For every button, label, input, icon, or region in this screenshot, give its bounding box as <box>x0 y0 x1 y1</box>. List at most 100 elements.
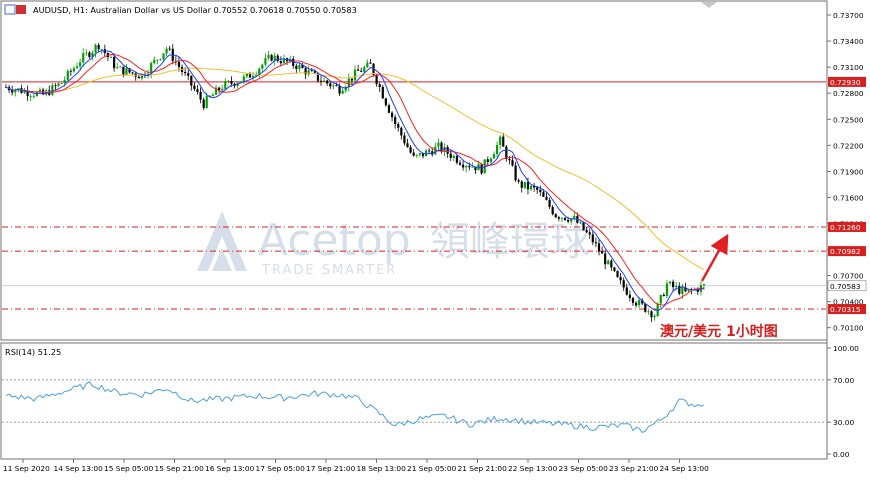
candle-body <box>600 251 604 254</box>
candle-body <box>659 294 662 304</box>
candle-body <box>650 311 653 318</box>
candle-body <box>310 70 313 72</box>
candle-body <box>341 90 344 94</box>
candle-body <box>165 48 168 54</box>
level-label: 0.72930 <box>830 78 861 87</box>
candle-body <box>199 91 202 100</box>
candle-body <box>350 78 354 81</box>
candle-body <box>187 73 190 76</box>
candle-body <box>307 70 310 75</box>
candle-body <box>137 76 140 79</box>
candle-body <box>607 260 610 265</box>
candle-body <box>514 165 517 181</box>
candle-body <box>400 127 403 136</box>
candle-body <box>458 162 462 165</box>
price-tick-label: 0.72800 <box>833 89 864 98</box>
candle-body <box>619 277 622 281</box>
candle-body <box>363 67 366 72</box>
candle-body <box>54 85 57 86</box>
candle-body <box>190 75 193 86</box>
candle-body <box>610 260 613 268</box>
candle-body <box>329 83 332 87</box>
candle-body <box>387 105 391 113</box>
time-tick-label: 14 Sep 13:00 <box>54 464 104 473</box>
candle-body <box>644 303 647 312</box>
candle-body <box>622 280 625 288</box>
candle-body <box>631 297 635 303</box>
rsi-tick-label: 30.00 <box>833 418 854 427</box>
candle-body <box>100 49 103 50</box>
candle-body <box>63 79 66 84</box>
time-tick-label: 11 Sep 2020 <box>3 464 50 473</box>
candle-body <box>384 98 387 106</box>
candle-body <box>119 66 122 68</box>
candle-body <box>604 253 607 265</box>
candle-body <box>11 90 14 93</box>
candle-body <box>125 68 128 75</box>
candle-body <box>499 136 502 145</box>
candle-body <box>591 234 594 243</box>
candle-body <box>245 73 249 77</box>
candle-body <box>242 76 245 82</box>
candle-body <box>628 294 631 298</box>
price-tick-label: 0.71900 <box>833 167 864 176</box>
candle-body <box>418 153 421 155</box>
candle-body <box>66 70 69 80</box>
candle-body <box>542 192 545 197</box>
candle-body <box>202 99 205 108</box>
candle-body <box>69 70 72 72</box>
chart-window: Acetop 領峰環球 TRADE SMARTER 0.73700 0.73400… <box>0 0 870 478</box>
candle-body <box>634 302 638 306</box>
candle-body <box>588 232 591 235</box>
candle-body <box>369 62 372 64</box>
level-label: 0.70982 <box>830 247 861 256</box>
candle-body <box>162 53 165 59</box>
candle-body <box>545 196 548 200</box>
candle-body <box>616 271 619 278</box>
candle-body <box>360 70 363 72</box>
candle-body <box>520 181 523 188</box>
candle-body <box>326 80 329 84</box>
watermark-brand: Acetop <box>258 215 411 266</box>
candle-body <box>381 86 384 99</box>
candle-body <box>32 95 35 97</box>
candle-body <box>403 135 406 144</box>
time-tick-label: 16 Sep 13:00 <box>205 464 255 473</box>
candle-body <box>455 155 459 163</box>
candle-body <box>647 311 650 313</box>
candle-body <box>397 123 400 128</box>
price-tick-label: 0.73400 <box>833 37 864 46</box>
candle-body <box>394 117 397 124</box>
symbol-header: AUDUSD, H1: Australian Dollar vs US Doll… <box>4 4 357 15</box>
candle-body <box>567 220 570 222</box>
candle-body <box>415 154 418 156</box>
candle-body <box>338 85 341 94</box>
candle-body <box>366 62 369 68</box>
price-tick-label: 0.72200 <box>833 141 864 150</box>
level-label: 0.71260 <box>830 223 861 232</box>
candle-body <box>508 158 511 161</box>
candle-body <box>517 180 520 182</box>
candle-body <box>681 287 684 294</box>
candle-body <box>295 65 298 69</box>
candle-body <box>82 53 85 63</box>
chart-canvas[interactable]: Acetop 領峰環球 TRADE SMARTER 0.73700 0.73400… <box>0 0 870 478</box>
header-icon-fill <box>16 5 26 14</box>
header-icon <box>4 4 16 15</box>
candle-body <box>390 112 394 118</box>
time-tick-label: 23 Sep 05:00 <box>559 464 609 473</box>
candle-body <box>480 164 483 174</box>
candle-body <box>675 286 678 288</box>
candle-body <box>662 294 665 297</box>
candle-body <box>319 80 323 82</box>
candle-body <box>270 55 273 61</box>
candle-body <box>353 69 357 81</box>
candle-body <box>560 217 564 219</box>
candle-body <box>88 52 91 57</box>
candle-body <box>279 61 282 64</box>
candle-body <box>502 136 505 147</box>
candle-body <box>594 242 598 244</box>
candle-body <box>672 281 675 288</box>
candle-body <box>298 64 301 69</box>
rsi-pane <box>0 342 828 460</box>
